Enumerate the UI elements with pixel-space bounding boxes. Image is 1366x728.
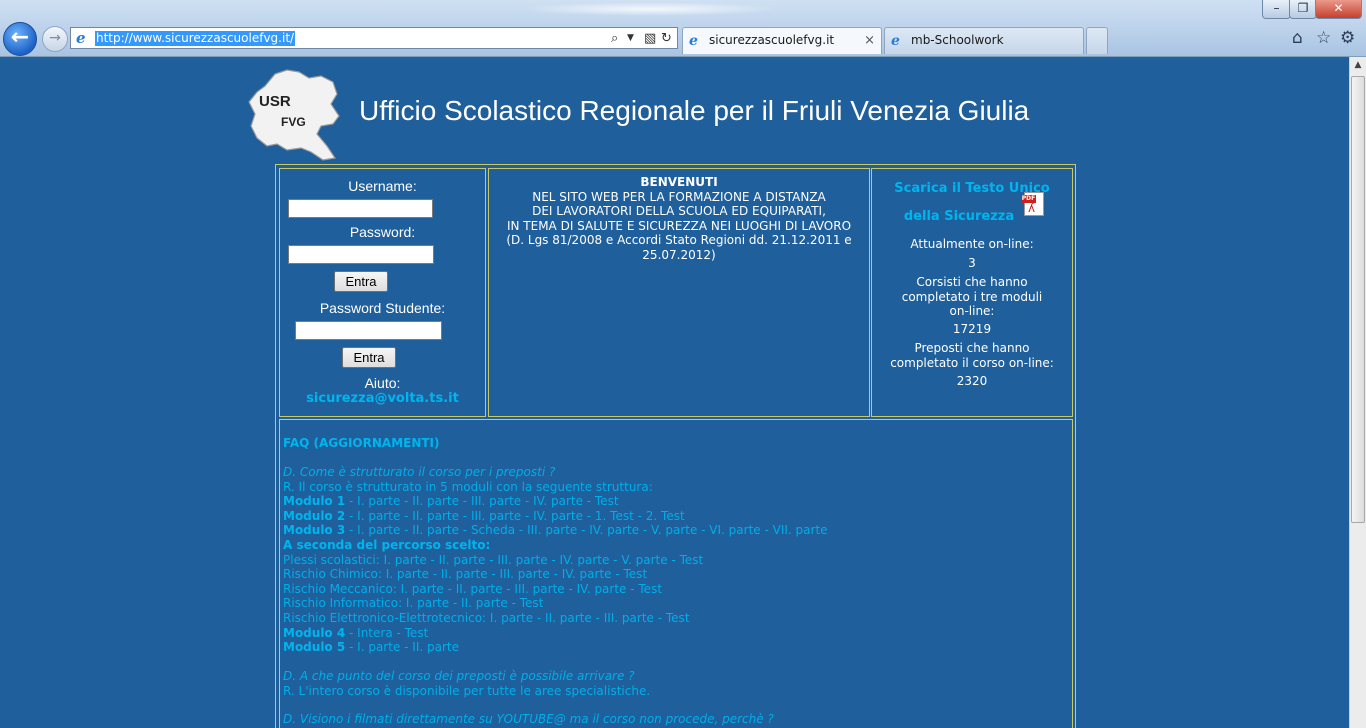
student-password-label: Password Studente: xyxy=(319,300,446,316)
student-enter-button[interactable]: Entra xyxy=(342,347,396,368)
faq-path-line: Rischio Meccanico: I. parte - II. parte … xyxy=(283,581,663,596)
module-label: Modulo 2 xyxy=(283,508,346,523)
faq-heading: FAQ (AGGIORNAMENTI) xyxy=(283,436,440,450)
module-label: Modulo 1 xyxy=(283,494,346,509)
module-text: - I. parte - II. parte - III. parte - IV… xyxy=(345,494,619,509)
welcome-line: IN TEMA DI SALUTE E SICUREZZA NEI LUOGHI… xyxy=(506,218,852,233)
faq-module-line: Modulo 3 - I. parte - II. parte - Scheda… xyxy=(283,523,828,538)
search-icon[interactable]: ⌕ xyxy=(611,30,618,47)
faq-module-line: Modulo 1 - I. parte - II. parte - III. p… xyxy=(283,494,619,509)
online-label: Attualmente on-line: xyxy=(910,237,1034,251)
faq-module-line: Modulo 2 - I. parte - II. parte - III. p… xyxy=(283,509,685,524)
help-email-link[interactable]: sicurezza@volta.ts.it xyxy=(280,391,485,406)
back-button[interactable]: ← xyxy=(3,22,37,56)
faq-panel: FAQ (AGGIORNAMENTI) D. Come è strutturat… xyxy=(279,419,1073,728)
close-tab-icon[interactable]: × xyxy=(864,28,875,53)
supervisors-count: 2320 xyxy=(956,374,988,388)
help-label: Aiuto: xyxy=(364,375,401,391)
star-icon[interactable]: ☆ xyxy=(1316,28,1331,48)
new-tab-button[interactable] xyxy=(1086,27,1108,54)
maximize-button[interactable]: ❐ xyxy=(1289,0,1317,19)
faq-answer: R. Il corso è strutturato in 5 moduli co… xyxy=(283,479,653,494)
logo-text-fvg: FVG xyxy=(281,115,306,129)
forward-button[interactable]: → xyxy=(42,26,68,52)
username-label: Username: xyxy=(348,178,417,194)
titlebar-glow xyxy=(520,2,780,16)
completed-modules-label: on-line: xyxy=(949,304,995,318)
ie-tab-icon: e xyxy=(891,33,900,49)
page-title: Ufficio Scolastico Regionale per il Friu… xyxy=(359,95,1030,126)
scroll-up-icon[interactable]: ▲ xyxy=(1350,57,1366,74)
welcome-line: NEL SITO WEB PER LA FORMAZIONE A DISTANZ… xyxy=(532,189,826,204)
gear-icon[interactable]: ⚙ xyxy=(1340,28,1355,48)
module-text: - I. parte - II. parte - Scheda - III. p… xyxy=(345,523,828,538)
password-label: Password: xyxy=(349,224,416,240)
student-password-input[interactable] xyxy=(295,321,442,340)
url-input[interactable]: http://www.sicurezzascuolefvg.it/ xyxy=(95,31,296,46)
tab-label: sicurezzascuolefvg.it xyxy=(709,33,835,47)
tab-mb-schoolwork[interactable]: e mb-Schoolwork xyxy=(884,27,1084,54)
completed-modules-count: 17219 xyxy=(952,322,992,336)
welcome-panel: BENVENUTI NEL SITO WEB PER LA FORMAZIONE… xyxy=(488,168,870,417)
usr-fvg-logo: USR FVG xyxy=(248,69,340,161)
welcome-line: DEI LAVORATORI DELLA SCUOLA ED EQUIPARAT… xyxy=(532,204,826,219)
completed-modules-label: completato i tre moduli xyxy=(901,289,1043,304)
module-text: - I. parte - II. parte xyxy=(345,640,459,655)
module-label: Modulo 3 xyxy=(283,523,346,538)
tab-label: mb-Schoolwork xyxy=(911,33,1004,47)
minimize-button[interactable]: – xyxy=(1262,0,1291,19)
tab-sicurezzascuolefvg[interactable]: e sicurezzascuolefvg.it × xyxy=(682,27,882,54)
dropdown-arrow-icon[interactable]: ▼ xyxy=(627,30,634,47)
pdf-icon[interactable]: PDF ʎ xyxy=(1021,192,1044,216)
vertical-scrollbar[interactable]: ▲ xyxy=(1349,57,1366,728)
login-enter-button[interactable]: Entra xyxy=(334,271,388,292)
welcome-line: (D. Lgs 81/2008 e Accordi Stato Regioni … xyxy=(506,233,852,248)
download-line-2: della Sicurezza xyxy=(903,209,1015,224)
faq-answer: R. L'intero corso è disponibile per tutt… xyxy=(283,683,651,698)
address-bar[interactable]: e http://www.sicurezzascuolefvg.it/ ⌕ ▼ … xyxy=(70,27,678,49)
faq-path-line: Rischio Chimico: I. parte - II. parte - … xyxy=(283,567,648,582)
faq-module-line: Modulo 4 - Intera - Test xyxy=(283,626,428,641)
faq-question: D. Visiono i filmati direttamente su YOU… xyxy=(283,712,774,726)
module-text: - I. parte - II. parte - III. parte - IV… xyxy=(345,508,685,523)
stats-panel: Scarica il Testo Unico della Sicurezza P… xyxy=(871,168,1073,417)
home-icon[interactable]: ⌂ xyxy=(1292,28,1303,48)
completed-modules-label: Corsisti che hanno xyxy=(916,275,1028,289)
browser-chrome: – ❐ ✕ ← → e http://www.sicurezzascuolefv… xyxy=(0,0,1366,57)
module-label: Modulo 5 xyxy=(283,640,346,655)
close-window-button[interactable]: ✕ xyxy=(1315,0,1362,19)
online-count: 3 xyxy=(968,256,976,270)
faq-path-line: Rischio Elettronico-Elettrotecnico: I. p… xyxy=(283,611,690,625)
refresh-icon[interactable]: ↻ xyxy=(661,30,672,47)
faq-question: D. A che punto del corso dei preposti è … xyxy=(283,669,635,683)
compatibility-view-icon[interactable]: ▧ xyxy=(644,30,656,47)
module-text: - Intera - Test xyxy=(345,625,429,640)
welcome-line: 25.07.2012) xyxy=(642,248,716,262)
faq-path-line: Plessi scolastici: I. parte - II. parte … xyxy=(283,552,704,567)
faq-path-heading: A seconda del percorso scelto: xyxy=(283,538,491,552)
ie-tab-icon: e xyxy=(689,33,698,49)
logo-text-usr: USR xyxy=(259,93,291,110)
supervisors-label: Preposti che hanno xyxy=(914,341,1030,355)
username-input[interactable] xyxy=(288,199,433,218)
module-label: Modulo 4 xyxy=(283,625,346,640)
faq-module-line: Modulo 5 - I. parte - II. parte xyxy=(283,640,459,655)
arrow-right-icon: → xyxy=(49,30,61,46)
ie-page-icon: e xyxy=(76,29,86,47)
password-input[interactable] xyxy=(288,245,434,264)
supervisors-label: completato il corso on-line: xyxy=(890,355,1054,370)
login-panel: Username: Password: Entra Password Stude… xyxy=(279,168,486,417)
welcome-heading: BENVENUTI xyxy=(640,175,718,189)
faq-question: D. Come è strutturato il corso per i pre… xyxy=(283,465,556,479)
arrow-left-icon: ← xyxy=(10,25,30,50)
acrobat-swirl-icon: ʎ xyxy=(1028,201,1036,215)
scroll-thumb[interactable] xyxy=(1351,76,1365,523)
faq-path-line: Rischio Informatico: I. parte - II. part… xyxy=(283,596,544,611)
